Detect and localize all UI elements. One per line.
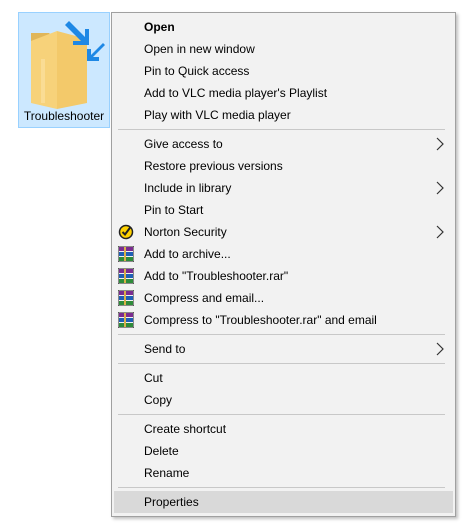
- menu-separator: [118, 129, 445, 130]
- menu-item-label: Play with VLC media player: [144, 108, 291, 122]
- menu-item-open-new-window[interactable]: Open in new window: [112, 38, 455, 60]
- menu-item-label: Give access to: [144, 137, 223, 151]
- menu-item-label: Cut: [144, 371, 163, 385]
- menu-item-pin-start[interactable]: Pin to Start: [112, 199, 455, 221]
- menu-item-label: Delete: [144, 444, 179, 458]
- winrar-books-icon: [118, 312, 134, 328]
- chevron-right-icon: [436, 225, 444, 239]
- menu-item-label: Open: [144, 20, 175, 34]
- menu-item-label: Add to VLC media player's Playlist: [144, 86, 328, 100]
- menu-item-add-vlc-playlist[interactable]: Add to VLC media player's Playlist: [112, 82, 455, 104]
- context-menu: Open Open in new window Pin to Quick acc…: [111, 12, 456, 517]
- menu-item-give-access[interactable]: Give access to: [112, 133, 455, 155]
- menu-item-rename[interactable]: Rename: [112, 462, 455, 484]
- menu-item-add-rar[interactable]: Add to "Troubleshooter.rar": [112, 265, 455, 287]
- menu-item-label: Pin to Quick access: [144, 64, 250, 78]
- menu-item-create-shortcut[interactable]: Create shortcut: [112, 418, 455, 440]
- menu-item-restore-versions[interactable]: Restore previous versions: [112, 155, 455, 177]
- menu-item-label: Compress and email...: [144, 291, 265, 305]
- menu-item-label: Include in library: [144, 181, 232, 195]
- menu-item-send-to[interactable]: Send to: [112, 338, 455, 360]
- menu-item-label: Add to "Troubleshooter.rar": [144, 269, 289, 283]
- menu-item-label: Send to: [144, 342, 186, 356]
- winrar-books-icon: [118, 290, 134, 306]
- menu-item-label: Compress to "Troubleshooter.rar" and ema…: [144, 313, 377, 327]
- menu-separator: [118, 363, 445, 364]
- menu-item-open[interactable]: Open: [112, 16, 455, 38]
- menu-item-cut[interactable]: Cut: [112, 367, 455, 389]
- menu-item-label: Norton Security: [144, 225, 227, 239]
- menu-item-label: Add to archive...: [144, 247, 231, 261]
- menu-item-properties[interactable]: Properties: [114, 491, 453, 513]
- folder-label: Troubleshooter: [23, 109, 105, 123]
- menu-item-label: Open in new window: [144, 42, 255, 56]
- menu-item-label: Copy: [144, 393, 173, 407]
- menu-item-label: Properties: [144, 495, 199, 509]
- menu-item-compress-email[interactable]: Compress and email...: [112, 287, 455, 309]
- menu-item-label: Rename: [144, 466, 190, 480]
- menu-separator: [118, 487, 445, 488]
- menu-item-include-library[interactable]: Include in library: [112, 177, 455, 199]
- menu-separator: [118, 414, 445, 415]
- menu-item-play-vlc[interactable]: Play with VLC media player: [112, 104, 455, 126]
- menu-separator: [118, 334, 445, 335]
- chevron-right-icon: [436, 181, 444, 195]
- chevron-right-icon: [436, 137, 444, 151]
- menu-item-delete[interactable]: Delete: [112, 440, 455, 462]
- norton-check-icon: [118, 224, 134, 240]
- folder-shortcut-icon: [31, 21, 105, 109]
- desktop-folder-troubleshooter[interactable]: Troubleshooter: [18, 12, 110, 128]
- menu-item-label: Pin to Start: [144, 203, 204, 217]
- chevron-right-icon: [436, 342, 444, 356]
- menu-item-compress-rar-email[interactable]: Compress to "Troubleshooter.rar" and ema…: [112, 309, 455, 331]
- menu-item-add-archive[interactable]: Add to archive...: [112, 243, 455, 265]
- menu-item-copy[interactable]: Copy: [112, 389, 455, 411]
- menu-item-pin-quick-access[interactable]: Pin to Quick access: [112, 60, 455, 82]
- winrar-books-icon: [118, 268, 134, 284]
- menu-item-norton-security[interactable]: Norton Security: [112, 221, 455, 243]
- menu-item-label: Create shortcut: [144, 422, 227, 436]
- winrar-books-icon: [118, 246, 134, 262]
- menu-item-label: Restore previous versions: [144, 159, 283, 173]
